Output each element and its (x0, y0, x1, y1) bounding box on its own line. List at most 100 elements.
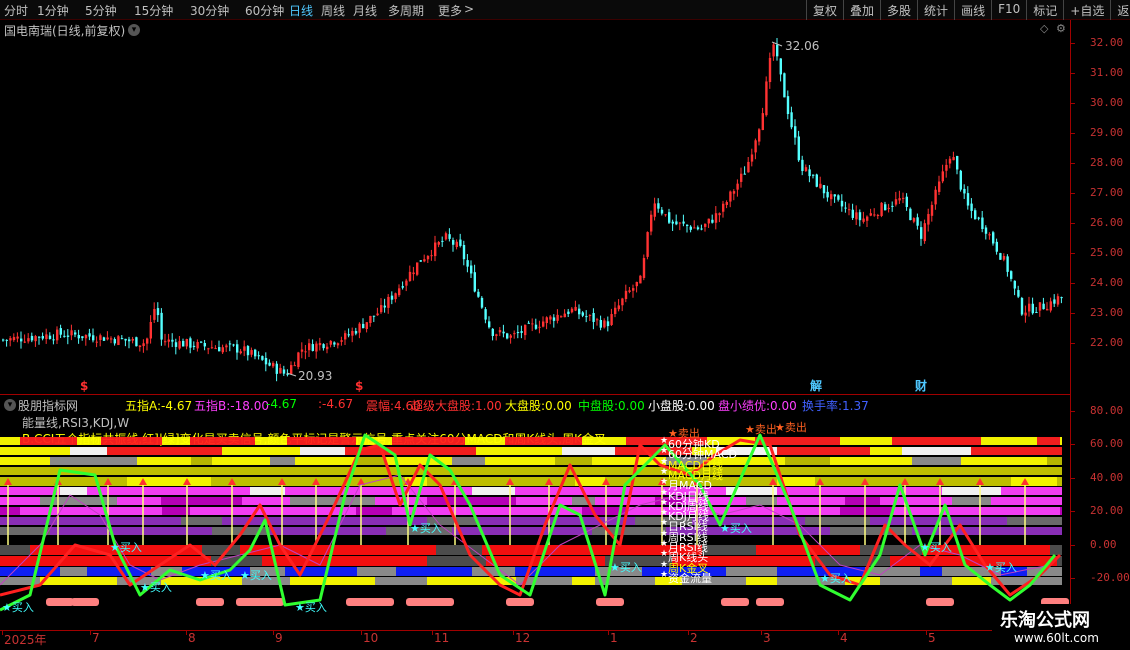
candle-body (351, 331, 354, 336)
signal-band-segment (0, 467, 30, 475)
candle-body (369, 315, 372, 323)
candle-body (632, 288, 635, 291)
candle-body (167, 339, 170, 342)
signal-band-segment (815, 477, 890, 486)
candle-body (27, 338, 30, 342)
buy-signal-label: ★买入 (110, 541, 142, 554)
signal-band-segment (595, 577, 655, 585)
candle-body (214, 348, 217, 350)
candle-body (549, 316, 552, 320)
buy-signal-label: ★买入 (720, 522, 752, 535)
candle-body (952, 157, 955, 161)
signal-band-segment (785, 457, 830, 465)
period-tab-more[interactable]: 更多 (438, 2, 462, 19)
candle-body (826, 191, 829, 198)
candle-body (873, 214, 876, 216)
overlay-button[interactable]: 叠加 (843, 0, 880, 20)
signal-band-segment (726, 567, 777, 576)
candle-body (189, 338, 192, 348)
period-tab-multi[interactable]: 多周期 (388, 2, 424, 19)
event-marker[interactable]: 财 (914, 378, 927, 393)
candle-body (329, 340, 332, 345)
signal-band-segment (840, 507, 892, 515)
signal-band-segment (835, 545, 860, 555)
period-tab-daily[interactable]: 日线 (289, 2, 313, 19)
signal-band-segment (840, 437, 892, 445)
signal-band-segment (117, 497, 161, 505)
candle-body (23, 341, 26, 343)
f10-button[interactable]: F10 (991, 0, 1026, 20)
event-marker[interactable]: 解 (810, 378, 822, 393)
multi-stock-button[interactable]: 多股 (880, 0, 917, 20)
candle-body (376, 313, 379, 316)
period-tab-weekly[interactable]: 周线 (321, 2, 345, 19)
period-tab-1min[interactable]: 1分钟 (37, 2, 69, 19)
candle-body (264, 357, 268, 365)
candle-body (174, 342, 178, 347)
draw-line-button[interactable]: 画线 (954, 0, 991, 20)
signal-band-segment (161, 497, 242, 505)
add-watchlist-button[interactable]: +自选 (1063, 0, 1110, 20)
price-axis-tick (1070, 193, 1075, 194)
signal-band-segment (785, 527, 830, 535)
price-axis (1070, 20, 1130, 650)
period-tab-fenshi[interactable]: 分时 (4, 2, 28, 19)
period-tab-60min[interactable]: 60分钟 (245, 2, 284, 19)
candle-body (768, 57, 772, 83)
star-icon: ★ (660, 528, 669, 539)
date-axis-tick (361, 630, 362, 635)
event-marker[interactable]: $ (355, 379, 363, 393)
price-candlestick-chart[interactable]: 32.06 20.93 $ $ 解 财 (0, 38, 1070, 394)
candle-body (948, 158, 952, 164)
period-tab-30min[interactable]: 30分钟 (190, 2, 229, 19)
diamond-icon[interactable]: ◇ (1040, 22, 1048, 35)
candle-body (984, 227, 988, 234)
signal-band-segment (592, 527, 666, 535)
signal-band-segment (755, 507, 840, 515)
signal-band-segment (880, 497, 952, 505)
date-axis-label: 7 (92, 631, 100, 645)
restore-rights-button[interactable]: 复权 (806, 0, 843, 20)
settings-icon[interactable]: ⚙ (1056, 22, 1066, 35)
signal-band-segment (805, 447, 870, 455)
candle-body (628, 290, 631, 292)
more-arrow-icon[interactable]: > (464, 2, 474, 16)
star-icon: ★ (660, 549, 669, 560)
candle-body (617, 305, 620, 310)
period-tab-5min[interactable]: 5分钟 (85, 2, 117, 19)
signal-band-segment (107, 517, 181, 525)
candle-body (581, 312, 584, 316)
candle-body (480, 297, 484, 308)
signal-band-segment (162, 507, 190, 515)
candle-body (653, 203, 656, 217)
candle-body (599, 319, 602, 328)
period-tab-monthly[interactable]: 月线 (353, 2, 377, 19)
candle-body (452, 240, 455, 245)
indicator-axis-label: 20.00 (1090, 504, 1124, 518)
event-marker[interactable]: $ (80, 379, 88, 393)
candle-body (164, 341, 167, 343)
indicator-axis-tick (1070, 477, 1075, 479)
statistics-button[interactable]: 统计 (917, 0, 954, 20)
signal-band-segment (860, 467, 922, 475)
candle-body (689, 226, 692, 230)
signal-band-segment (486, 556, 512, 566)
candle-body (290, 365, 293, 375)
indicator-axis-label: 80.00 (1090, 404, 1124, 417)
star-icon: ★ (660, 436, 669, 446)
candle-body (394, 293, 397, 300)
signal-band-segment (1007, 447, 1062, 455)
resonance-indicator-chart[interactable]: ★买入★买入★买入★买入 ★买入★买入★买入★买入★买入★买入★买入★买入★卖出 ★… (0, 395, 1070, 630)
chevron-down-icon[interactable]: ▾ (128, 24, 140, 36)
back-button[interactable]: 返回 (1110, 0, 1130, 20)
period-tab-15min[interactable]: 15分钟 (134, 2, 173, 19)
signal-band-segment (961, 457, 1047, 465)
mark-button[interactable]: 标记 (1026, 0, 1063, 20)
price-axis-tick (1070, 283, 1075, 284)
candle-body (81, 336, 84, 339)
candle-body (135, 337, 138, 347)
buy-signal-label: ★买入 (410, 522, 442, 535)
candle-body (963, 188, 966, 194)
star-icon: ★ (660, 477, 669, 488)
candle-body (603, 320, 606, 328)
